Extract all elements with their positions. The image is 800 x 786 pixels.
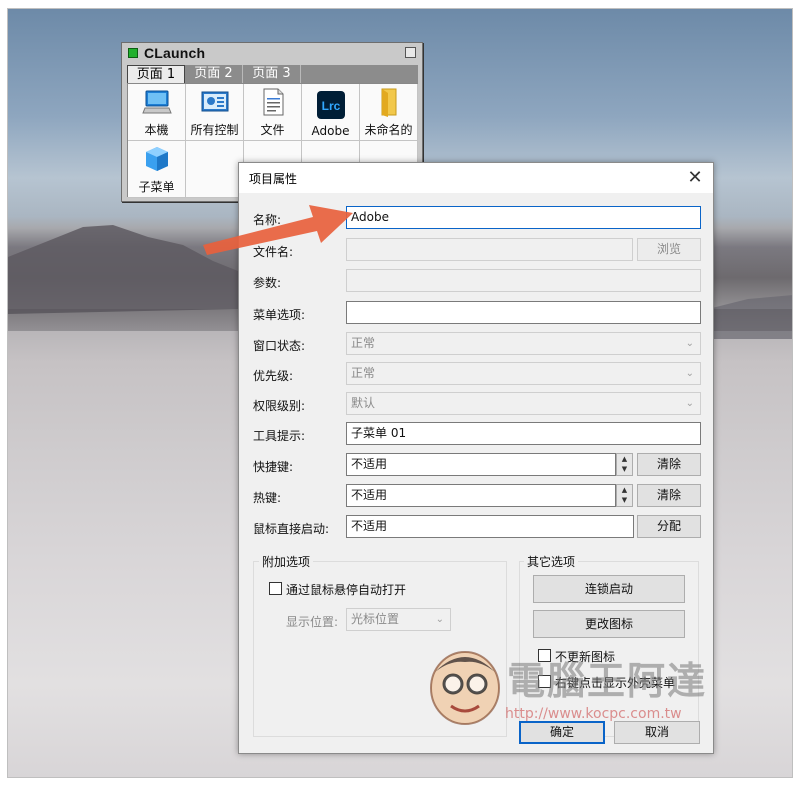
tab-page-1[interactable]: 页面 1 — [127, 65, 185, 83]
minimize-button[interactable] — [405, 47, 416, 58]
launcher-item-label: 所有控制 — [190, 123, 239, 137]
extra-options-title: 附加选项 — [259, 553, 314, 570]
claunch-title: CLaunch — [144, 45, 206, 61]
lightroom-icon: Lrc — [316, 90, 346, 120]
display-position-value: 光标位置 — [351, 612, 400, 626]
browse-button[interactable]: 浏览 — [637, 238, 701, 261]
hotkey-input[interactable]: 不适用 — [346, 484, 616, 507]
launcher-item-untitled[interactable]: 未命名的 — [360, 84, 418, 141]
launcher-item-adobe[interactable]: Lrc Adobe — [302, 84, 360, 141]
annotation-arrow-icon — [203, 205, 353, 255]
hotkey-spinner[interactable]: ▲ ▼ — [616, 484, 633, 507]
launcher-item-label: 本機 — [144, 123, 169, 137]
chain-launch-button[interactable]: 连锁启动 — [533, 575, 685, 603]
launcher-item-label: Adobe — [311, 124, 350, 138]
display-position-label: 显示位置: — [286, 615, 339, 629]
window-state-select[interactable]: 正常 ⌄ — [346, 332, 701, 355]
document-icon — [258, 87, 288, 117]
launcher-item-submenu[interactable]: 子菜单 — [128, 141, 186, 198]
assign-button[interactable]: 分配 — [637, 515, 701, 538]
other-options-title: 其它选项 — [524, 553, 579, 570]
svg-text:Lrc: Lrc — [321, 99, 340, 113]
watermark-url: http://www.kocpc.com.tw — [505, 706, 682, 722]
chevron-down-icon: ⌄ — [685, 368, 694, 379]
launcher-empty-slot[interactable] — [186, 141, 244, 198]
hotkey-label: 热键: — [253, 491, 282, 505]
params-label: 参数: — [253, 276, 282, 290]
chevron-down-icon: ⌄ — [685, 398, 694, 409]
mouse-launch-label: 鼠标直接启动: — [253, 522, 330, 536]
claunch-app-icon — [128, 48, 138, 58]
params-input[interactable] — [346, 269, 701, 292]
window-state-label: 窗口状态: — [253, 339, 306, 353]
tooltip-input[interactable]: 子菜单 01 — [346, 422, 701, 445]
control-panel-icon — [200, 87, 230, 117]
hover-open-label: 通过鼠标悬停自动打开 — [286, 583, 407, 597]
dialog-title: 项目属性 — [249, 171, 298, 186]
chevron-down-icon: ⌄ — [435, 614, 444, 625]
launcher-item-label: 文件 — [260, 123, 285, 137]
chevron-down-icon: ⌄ — [685, 338, 694, 349]
permission-value: 默认 — [351, 396, 376, 410]
spin-up-icon[interactable]: ▲ — [617, 454, 632, 464]
change-icon-button[interactable]: 更改图标 — [533, 610, 685, 638]
launcher-item-control-panel[interactable]: 所有控制 — [186, 84, 244, 141]
watermark-text: 電腦王阿達 — [507, 659, 708, 703]
launcher-item-label: 未命名的 — [364, 123, 413, 137]
folder-icon — [374, 87, 404, 117]
launcher-item-computer[interactable]: 本機 — [128, 84, 186, 141]
shortcut-input[interactable]: 不适用 — [346, 453, 616, 476]
spin-up-icon[interactable]: ▲ — [617, 485, 632, 495]
close-icon[interactable]: ✕ — [685, 168, 705, 188]
window-state-value: 正常 — [351, 336, 376, 350]
tab-page-3[interactable]: 页面 3 — [243, 65, 301, 83]
priority-select[interactable]: 正常 ⌄ — [346, 362, 701, 385]
launcher-item-label: 子菜单 — [138, 180, 175, 194]
menu-option-label: 菜单选项: — [253, 308, 306, 322]
watermark: 電腦王阿達 http://www.kocpc.com.tw — [425, 642, 755, 732]
spin-down-icon[interactable]: ▼ — [617, 495, 632, 505]
computer-icon — [141, 87, 172, 117]
claunch-titlebar[interactable]: CLaunch — [122, 43, 422, 63]
claunch-tabs: 页面 1 页面 2 页面 3 — [127, 65, 418, 83]
clear-shortcut-button[interactable]: 清除 — [637, 453, 701, 476]
tooltip-label: 工具提示: — [253, 429, 306, 443]
shortcut-label: 快捷键: — [253, 460, 294, 474]
priority-label: 优先级: — [253, 369, 294, 383]
mascot-logo-icon — [430, 651, 500, 725]
name-input[interactable]: Adobe — [346, 206, 701, 229]
shortcut-spinner[interactable]: ▲ ▼ — [616, 453, 633, 476]
menu-option-input[interactable] — [346, 301, 701, 324]
tab-page-2[interactable]: 页面 2 — [185, 65, 243, 83]
display-position-select[interactable]: 光标位置 ⌄ — [346, 608, 451, 631]
priority-value: 正常 — [351, 366, 376, 380]
dialog-titlebar[interactable]: 项目属性 — [239, 163, 713, 193]
mouse-launch-input[interactable]: 不适用 — [346, 515, 634, 538]
permission-label: 权限级别: — [253, 399, 306, 413]
launcher-item-document[interactable]: 文件 — [244, 84, 302, 141]
filename-input[interactable] — [346, 238, 633, 261]
spin-down-icon[interactable]: ▼ — [617, 464, 632, 474]
submenu-cube-icon — [142, 144, 172, 174]
permission-select[interactable]: 默认 ⌄ — [346, 392, 701, 415]
clear-hotkey-button[interactable]: 清除 — [637, 484, 701, 507]
hover-open-checkbox[interactable] — [269, 582, 282, 595]
